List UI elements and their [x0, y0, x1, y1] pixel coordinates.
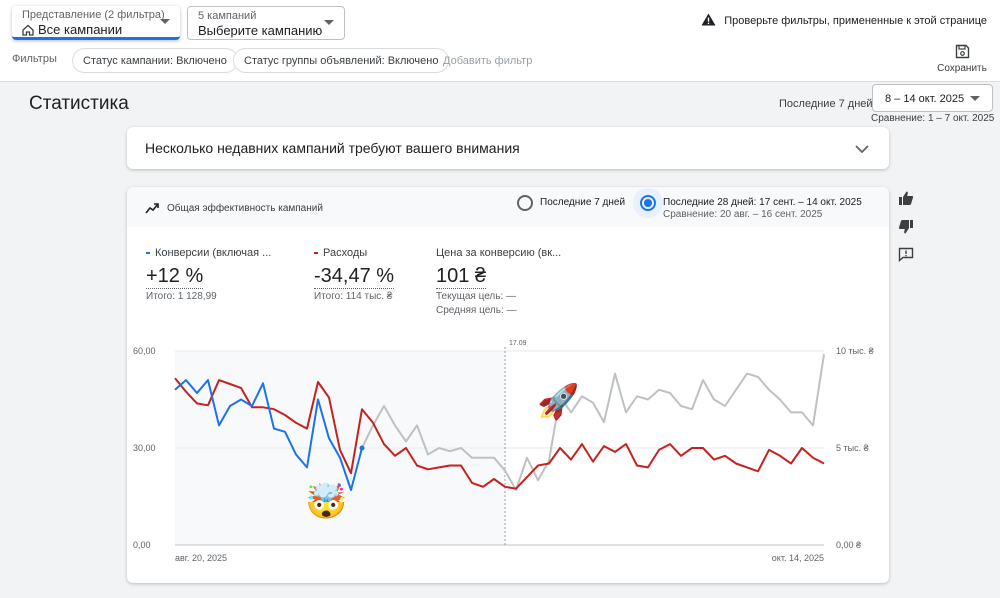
filter-warning: Проверьте фильтры, примененные к этой ст… — [701, 13, 987, 29]
metric-cost-per-conversion[interactable]: Цена за конверсию (вк... 101 ₴ Текущая ц… — [436, 247, 561, 317]
campaign-select-value: Выберите кампанию — [198, 23, 323, 38]
card-header: Общая эффективность кампаний Последние 7… — [127, 187, 889, 227]
y-axis-tick-label: 60,00 — [133, 346, 156, 356]
attention-banner[interactable]: Несколько недавних кампаний требуют ваше… — [127, 127, 889, 169]
metric-value: +12 % — [146, 265, 204, 289]
save-button[interactable]: Сохранить — [936, 44, 988, 74]
metric-value: -34,47 % — [314, 265, 395, 289]
series-color-dot — [314, 252, 318, 255]
x-axis-start-label: авг. 20, 2025 — [175, 553, 227, 563]
chevron-down-icon — [160, 19, 170, 24]
series-end-dot — [359, 445, 365, 451]
trend-icon — [145, 201, 159, 219]
exploding-head-emoji: 🤯 — [305, 482, 347, 521]
home-icon — [22, 24, 34, 40]
series-color-dot — [146, 252, 150, 255]
metric-name: Расходы — [323, 247, 368, 259]
y-axis-tick-label: 0,00 — [133, 540, 151, 550]
metric-name: Конверсии (включая ... — [155, 247, 272, 259]
y-axis-tick-label: 30,00 — [133, 443, 156, 453]
x-axis-end-label: окт. 14, 2025 — [772, 553, 824, 563]
metric-name: Цена за конверсию (вк... — [436, 247, 562, 259]
save-icon — [936, 44, 988, 59]
save-label: Сохранить — [937, 63, 987, 74]
radio-last-28-days-label: Последние 28 дней: 17 сент. – 14 окт. 20… — [663, 197, 862, 208]
comparison-period-shade — [175, 351, 505, 545]
campaign-select-label: 5 кампаний — [198, 10, 257, 22]
y-axis-right-tick-label: 5 тыс. ₴ — [836, 443, 869, 453]
date-range-picker[interactable]: 8 – 14 окт. 2025 — [872, 84, 993, 112]
view-select-label: Представление (2 фильтра) — [22, 9, 165, 21]
metric-conversions[interactable]: Конверсии (включая ... +12 % Итого: 1 12… — [146, 247, 271, 303]
series-line — [361, 354, 825, 491]
attention-banner-text: Несколько недавних кампаний требуют ваше… — [145, 140, 520, 156]
feedback-icon[interactable] — [898, 247, 914, 267]
series-line — [174, 379, 363, 491]
rocket-emoji: 🚀 — [537, 382, 579, 421]
radio-last-7-days-label: Последние 7 дней — [540, 197, 626, 208]
view-select-value: Все кампании — [38, 22, 123, 37]
add-filter-button[interactable]: Добавить фильтр — [443, 55, 532, 67]
chevron-down-icon — [324, 20, 334, 25]
radio-last-7-days[interactable] — [517, 195, 533, 211]
series-line — [174, 377, 825, 490]
metric-average-target: Средняя цель: — — [436, 305, 517, 316]
radio-last-28-days[interactable] — [640, 195, 656, 211]
warning-text: Проверьте фильтры, примененные к этой ст… — [724, 15, 987, 27]
performance-card: Общая эффективность кампаний Последние 7… — [127, 187, 889, 583]
metric-cost[interactable]: Расходы -34,47 % Итого: 114 тыс. ₴ — [314, 247, 395, 303]
thumbs-up-icon[interactable] — [898, 190, 914, 211]
filter-chip-campaign-status[interactable]: Статус кампании: Включено — [72, 48, 238, 73]
card-title: Общая эффективность кампаний — [167, 203, 323, 214]
thumbs-down-icon[interactable] — [898, 219, 914, 240]
range-label: Последние 7 дней — [779, 98, 873, 110]
chevron-down-icon[interactable] — [855, 141, 869, 159]
radio-last-28-days-comparison: Сравнение: 20 авг. – 16 сент. 2025 — [663, 209, 823, 220]
filters-label: Фильтры — [12, 53, 57, 65]
metric-total: Итого: 1 128,99 — [146, 291, 217, 302]
top-bar: Представление (2 фильтра) Все кампании 5… — [0, 0, 1000, 82]
filter-chip-adgroup-status[interactable]: Статус группы объявлений: Включено — [233, 48, 450, 73]
period-divider-label: 17.09 — [509, 340, 527, 347]
view-select[interactable]: Представление (2 фильтра) Все кампании — [12, 6, 180, 40]
chevron-down-icon — [970, 96, 980, 101]
metric-value: 101 ₴ — [436, 265, 487, 289]
campaign-select[interactable]: 5 кампаний Выберите кампанию — [187, 6, 345, 40]
comparison-range: Сравнение: 1 – 7 окт. 2025 — [871, 113, 995, 124]
page-title: Статистика — [29, 93, 129, 114]
y-axis-right-tick-label: 0,00 ₴ — [836, 540, 861, 550]
warning-icon — [701, 13, 716, 29]
metric-current-target: Текущая цель: — — [436, 291, 517, 302]
date-range-value: 8 – 14 окт. 2025 — [885, 93, 965, 105]
metric-total: Итого: 114 тыс. ₴ — [314, 291, 393, 302]
y-axis-right-tick-label: 10 тыс. ₴ — [836, 346, 874, 356]
